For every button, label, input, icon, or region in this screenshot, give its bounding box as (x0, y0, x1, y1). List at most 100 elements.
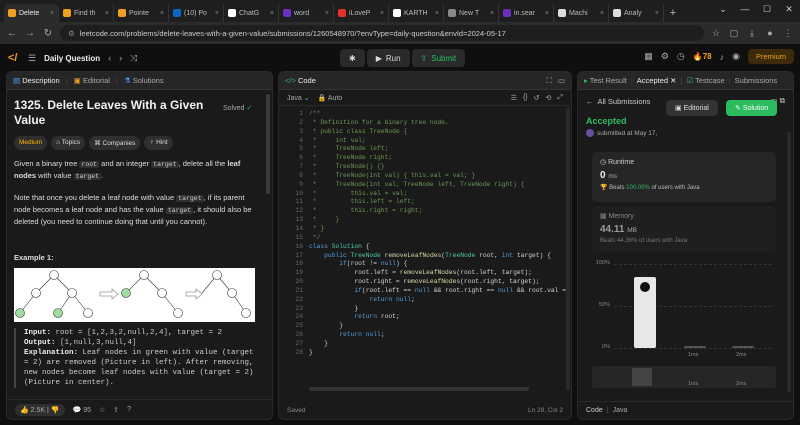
browser-tab[interactable]: Machi × (554, 4, 609, 22)
minimize-panel-icon[interactable]: ▭ (558, 76, 565, 85)
browser-tab[interactable]: New T × (444, 4, 499, 22)
chart-range-selector[interactable]: 1ms 2ms (592, 366, 776, 388)
comments-button[interactable]: 💬 95 (73, 406, 91, 414)
shuffle-icon[interactable]: ⤨ (130, 53, 137, 64)
tab-description[interactable]: ▤ Description (13, 76, 60, 85)
code-line[interactable]: * } (309, 225, 571, 234)
forward-icon[interactable]: → (24, 28, 36, 39)
premium-button[interactable]: Premium (747, 49, 794, 64)
help-icon[interactable]: ? (127, 406, 131, 413)
tab-solutions[interactable]: ⚗ Solutions (124, 76, 164, 85)
browser-tab[interactable]: in.sear × (499, 4, 554, 22)
code-line[interactable]: return null; (309, 296, 571, 305)
code-line[interactable]: } (309, 322, 571, 331)
code-line[interactable]: * int val; (309, 137, 571, 146)
code-line[interactable]: * this.left = left; (309, 198, 571, 207)
download-icon[interactable]: ⤓ (746, 27, 758, 39)
code-line[interactable]: * Definition for a binary tree node. (309, 119, 571, 128)
menu-icon[interactable]: ⋮ (782, 27, 794, 39)
close-tab-icon[interactable]: × (50, 10, 54, 17)
braces-icon[interactable]: {} (523, 94, 528, 102)
reset-icon[interactable]: ↺ (534, 94, 540, 102)
leetcode-logo-icon[interactable]: </ (8, 52, 20, 64)
close-tab-icon[interactable]: × (325, 10, 329, 17)
profile-icon[interactable]: ● (764, 27, 776, 39)
memory-card[interactable]: ▦ Memory 44.11 MB Beats 44.36% of users … (592, 206, 776, 252)
code-line[interactable]: return root; (309, 313, 571, 322)
tab-code[interactable]: </> Code (285, 76, 316, 85)
list-icon[interactable]: ☰ (28, 53, 36, 64)
code-line[interactable]: public TreeNode removeLeafNodes(TreeNode… (309, 252, 571, 261)
code-line[interactable]: */ (309, 234, 571, 243)
code-scrollbar[interactable] (566, 108, 570, 390)
browser-tab[interactable]: KARTH × (389, 4, 444, 22)
close-tab-icon[interactable]: × (655, 10, 659, 17)
code-line[interactable]: * TreeNode left; (309, 145, 571, 154)
timer-icon[interactable]: ◷ (677, 51, 685, 62)
like-button[interactable]: 👍 2.5K | 👎 (15, 403, 65, 416)
close-tab-icon[interactable]: × (545, 10, 549, 17)
code-line[interactable]: } (309, 349, 571, 358)
daily-question-title[interactable]: Daily Question (44, 54, 100, 63)
browser-tab[interactable]: ChatG × (224, 4, 279, 22)
code-line[interactable]: class Solution { (309, 243, 571, 252)
code-line[interactable]: * } (309, 216, 571, 225)
close-tab-icon[interactable]: × (490, 10, 494, 17)
notes-icon[interactable]: ☰ (511, 94, 517, 102)
browser-tab[interactable]: Analy × (609, 4, 664, 22)
share-icon[interactable]: ⇪ (113, 406, 119, 414)
browser-tab[interactable]: (10) Po × (169, 4, 224, 22)
tab-editorial[interactable]: ▣ Editorial (74, 76, 110, 85)
code-line[interactable]: * public class TreeNode { (309, 128, 571, 137)
extension-icon[interactable]: ▢ (728, 27, 740, 39)
auto-mode[interactable]: 🔒 Auto (318, 94, 343, 102)
settings-icon[interactable]: ⚙ (661, 51, 669, 62)
streak-counter[interactable]: 🔥78 (693, 52, 712, 61)
browser-tab[interactable]: Delete × (4, 4, 59, 22)
browser-tab[interactable]: iLoveP × (334, 4, 389, 22)
range-handle[interactable] (632, 368, 652, 386)
companies-chip[interactable]: ⌘ Companies (89, 136, 141, 150)
hint-chip[interactable]: ♀ Hint (144, 136, 173, 150)
runtime-card[interactable]: ◷ Runtime 0 ms 🏆 Beats 100.00% of users … (592, 152, 776, 202)
new-tab-button[interactable]: + (664, 4, 682, 22)
avatar-icon[interactable]: ◉ (732, 51, 740, 62)
close-tab-icon[interactable]: × (380, 10, 384, 17)
code-line[interactable]: return null; (309, 331, 571, 340)
notification-icon[interactable]: ♪ (720, 52, 725, 62)
format-icon[interactable]: ⟲ (546, 94, 552, 102)
code-line[interactable]: * TreeNode(int val, TreeNode left, TreeN… (309, 181, 571, 190)
problem-title[interactable]: 1325. Delete Leaves With a Given Value (14, 98, 214, 128)
close-tab-icon[interactable]: × (600, 10, 604, 17)
layout-icon[interactable]: ▦ (644, 51, 653, 62)
run-button[interactable]: ▶ Run (366, 49, 410, 67)
code-line[interactable]: root.left = removeLeafNodes(root.left, t… (309, 269, 571, 278)
tab-test-result[interactable]: ▸ Test Result (584, 76, 627, 85)
code-line[interactable]: * TreeNode() {} (309, 163, 571, 172)
code-line[interactable]: root.right = removeLeafNodes(root.right,… (309, 278, 571, 287)
close-tab-icon[interactable]: × (435, 10, 439, 17)
solution-button[interactable]: ✎ Solution (726, 100, 778, 116)
chevron-down-icon[interactable]: ⌄ (712, 0, 734, 18)
distribution-bar-2ms[interactable] (732, 346, 754, 348)
submit-button[interactable]: ⇧ Submit (411, 49, 466, 67)
editorial-button[interactable]: ▣ Editorial (666, 100, 718, 116)
code-lines[interactable]: /** * Definition for a binary tree node.… (309, 110, 571, 358)
code-line[interactable]: if(root.left == null && root.right == nu… (309, 287, 571, 296)
tab-accepted[interactable]: Accepted ✕ (637, 76, 677, 85)
close-tab-icon[interactable]: × (270, 10, 274, 17)
maximize-icon[interactable]: ☐ (756, 0, 778, 18)
close-tab-icon[interactable]: × (105, 10, 109, 17)
back-icon[interactable]: ← (6, 28, 18, 39)
submission-scrollbar[interactable] (787, 132, 791, 392)
code-line[interactable]: if(root != null) { (309, 260, 571, 269)
browser-tab[interactable]: Find th × (59, 4, 114, 22)
star-icon[interactable]: ☆ (99, 406, 105, 414)
reload-icon[interactable]: ↻ (42, 28, 54, 39)
prev-icon[interactable]: ‹ (108, 53, 111, 63)
debug-button[interactable]: ✱ (340, 49, 365, 67)
star-icon[interactable]: ☆ (710, 27, 722, 39)
browser-tab[interactable]: word × (279, 4, 334, 22)
description-scrollbar[interactable] (266, 94, 270, 194)
code-line[interactable]: } (309, 340, 571, 349)
